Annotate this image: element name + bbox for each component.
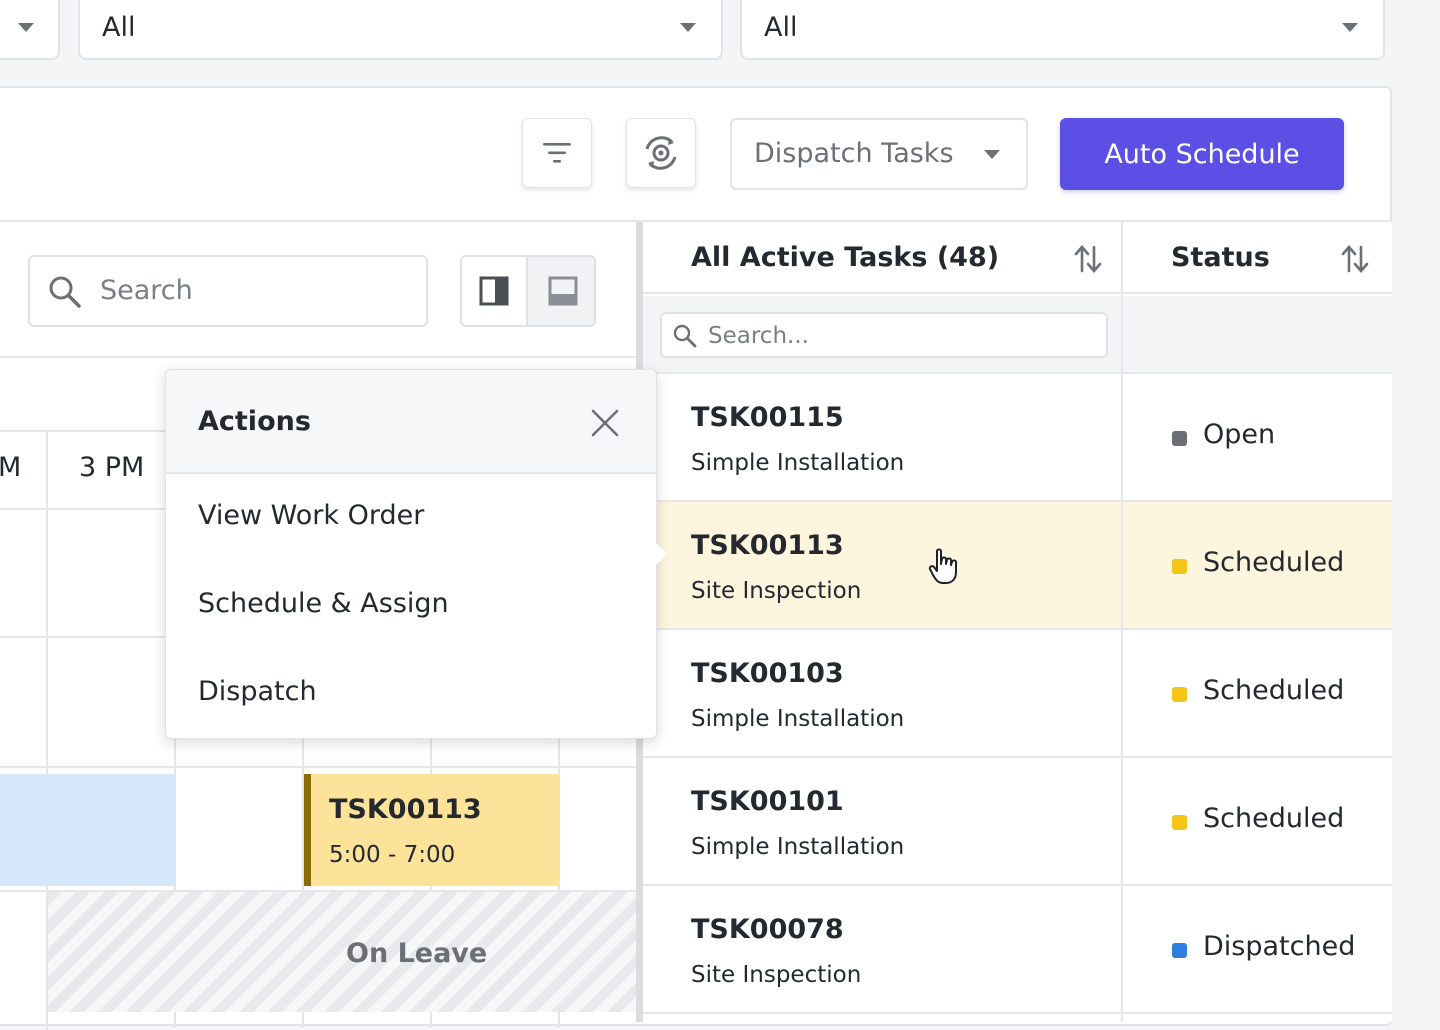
task-search-placeholder: Search... (708, 323, 809, 349)
view-bottom-panel-button[interactable] (530, 257, 594, 325)
chevron-down-icon (680, 23, 696, 32)
menu-item-dispatch[interactable]: Dispatch (198, 676, 317, 707)
task-id: TSK00101 (691, 786, 844, 817)
task-id: TSK00078 (691, 914, 844, 945)
grid-line (0, 356, 636, 358)
chevron-down-icon (1342, 23, 1358, 32)
status-dot-icon (1172, 687, 1187, 702)
filter-select-value: All (102, 12, 136, 43)
search-icon (49, 276, 81, 308)
task-row[interactable]: TSK00103 Simple Installation Scheduled (643, 630, 1392, 758)
time-header-partial: M (0, 452, 22, 483)
filter-select-3[interactable]: All (740, 0, 1385, 60)
task-status: Dispatched (1203, 931, 1356, 962)
hand-cursor-icon (928, 548, 957, 584)
task-status: Scheduled (1203, 675, 1345, 706)
chevron-down-icon (18, 23, 34, 32)
task-row[interactable]: TSK00113 Site Inspection Scheduled (643, 502, 1392, 630)
gear-sync-icon (645, 136, 677, 170)
status-dot-icon (1172, 815, 1187, 830)
bottom-panel-icon (548, 276, 578, 306)
task-type: Site Inspection (691, 578, 862, 604)
task-list: All Active Tasks (48) Status Search... T… (643, 222, 1392, 1022)
task-list-header: All Active Tasks (48) Status (643, 222, 1392, 294)
menu-item-schedule-assign[interactable]: Schedule & Assign (198, 588, 449, 619)
task-status: Scheduled (1203, 803, 1345, 834)
popover-header: Actions (166, 370, 656, 474)
task-block-id: TSK00113 (329, 794, 482, 825)
sort-icon[interactable] (1341, 244, 1369, 274)
task-row[interactable]: TSK00101 Simple Installation Scheduled (643, 758, 1392, 886)
status-dot-icon (1172, 559, 1187, 574)
task-row[interactable]: TSK00078 Site Inspection Dispatched (643, 886, 1392, 1014)
task-block-time: 5:00 - 7:00 (329, 842, 456, 868)
filter-icon (543, 143, 571, 163)
close-icon[interactable] (590, 408, 620, 438)
task-type: Simple Installation (691, 706, 905, 732)
time-header-3pm: 3 PM (79, 452, 145, 483)
actions-popover: Actions View Work Order Schedule & Assig… (165, 369, 657, 739)
on-leave-block: On Leave (48, 892, 638, 1012)
task-id: TSK00103 (691, 658, 844, 689)
dispatch-tasks-select[interactable]: Dispatch Tasks (730, 118, 1028, 190)
sync-settings-button[interactable] (626, 118, 696, 188)
status-dot-icon (1172, 431, 1187, 446)
filter-select-1[interactable] (0, 0, 60, 60)
status-dot-icon (1172, 943, 1187, 958)
popover-title: Actions (198, 406, 311, 437)
task-id: TSK00113 (691, 530, 844, 561)
auto-schedule-button[interactable]: Auto Schedule (1060, 118, 1344, 190)
chevron-down-icon (984, 150, 1000, 159)
task-type: Simple Installation (691, 834, 905, 860)
side-panel-icon (479, 276, 509, 306)
search-placeholder: Search (100, 275, 193, 306)
task-type: Site Inspection (691, 962, 862, 988)
task-search-input[interactable]: Search... (660, 312, 1108, 358)
on-leave-label: On Leave (346, 938, 488, 969)
filter-select-2[interactable]: All (78, 0, 723, 60)
task-row[interactable]: TSK00115 Simple Installation Open (643, 374, 1392, 502)
scheduled-task-block[interactable]: TSK00113 5:00 - 7:00 (304, 774, 559, 886)
view-toggle (460, 255, 596, 327)
column-divider (1121, 222, 1123, 1022)
search-icon (673, 324, 697, 348)
schedule-block[interactable] (0, 774, 176, 886)
column-header-status[interactable]: Status (1171, 242, 1270, 273)
dispatch-select-value: Dispatch Tasks (754, 138, 954, 169)
view-side-panel-button[interactable] (462, 257, 528, 325)
task-id: TSK00115 (691, 402, 844, 433)
popover-arrow (655, 542, 667, 566)
task-filter-row: Search... (643, 296, 1392, 374)
sort-icon[interactable] (1074, 244, 1102, 274)
menu-item-view-work-order[interactable]: View Work Order (198, 500, 424, 531)
task-status: Scheduled (1203, 547, 1345, 578)
task-type: Simple Installation (691, 450, 905, 476)
schedule-search-input[interactable]: Search (28, 255, 428, 327)
filter-button[interactable] (522, 118, 592, 188)
filter-select-value: All (764, 12, 798, 43)
column-header-tasks[interactable]: All Active Tasks (48) (691, 242, 999, 273)
grid-line (0, 766, 636, 768)
task-status: Open (1203, 419, 1276, 450)
